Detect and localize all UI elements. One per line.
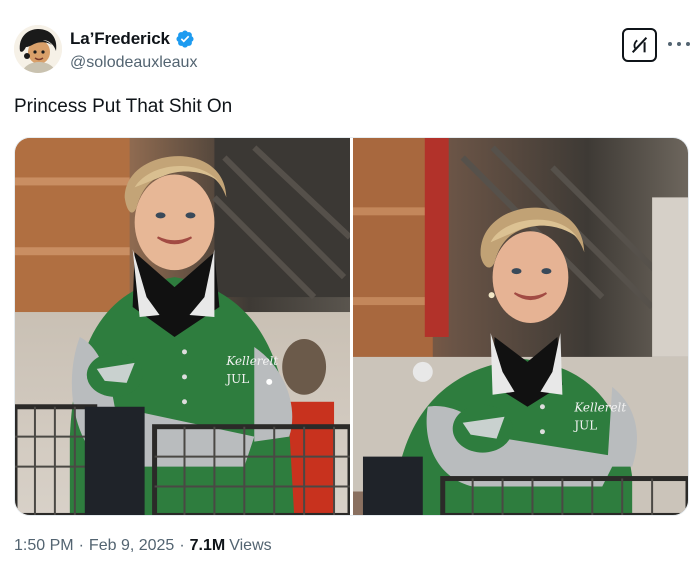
verified-badge-icon <box>176 30 194 48</box>
more-options-button[interactable] <box>668 34 690 54</box>
tweet-date[interactable]: Feb 9, 2025 <box>89 537 174 555</box>
meta-separator: · <box>179 537 185 554</box>
cartoon-avatar-icon <box>14 25 62 73</box>
photo-2[interactable]: Kellerelt JUL <box>353 138 688 515</box>
photo-1[interactable]: Kellerelt JUL <box>15 138 350 515</box>
more-dots-icon <box>677 42 681 46</box>
author-name-row[interactable]: La’Frederick <box>70 29 195 49</box>
meta-separator: · <box>78 537 84 554</box>
views-count[interactable]: 7.1M <box>190 537 226 555</box>
author-handle[interactable]: @solodeauxleaux <box>70 54 197 72</box>
tweet-card: La’Frederick @solodeauxleaux Princess Pu… <box>0 0 700 567</box>
jacket-lettering: JUL <box>573 419 597 433</box>
jacket-lettering: JUL <box>225 372 249 386</box>
photo-1-image: Kellerelt JUL <box>15 138 350 515</box>
grok-button[interactable] <box>622 28 657 62</box>
views-label: Views <box>229 537 272 554</box>
jacket-lettering: Kellerelt <box>225 354 278 368</box>
photo-2-image: Kellerelt JUL <box>353 138 688 515</box>
tweet-time[interactable]: 1:50 PM <box>14 537 74 555</box>
more-dots-icon <box>668 42 672 46</box>
more-dots-icon <box>686 42 690 46</box>
display-name[interactable]: La’Frederick <box>70 29 170 49</box>
media-grid: Kellerelt JUL Kellerelt JUL <box>14 137 689 516</box>
tweet-text: Princess Put That Shit On <box>14 96 233 117</box>
tweet-meta: 1:50 PM · Feb 9, 2025 · 7.1M Views <box>14 537 272 555</box>
grok-icon <box>631 36 647 54</box>
jacket-lettering: Kellerelt <box>573 401 626 415</box>
avatar[interactable] <box>14 25 62 73</box>
